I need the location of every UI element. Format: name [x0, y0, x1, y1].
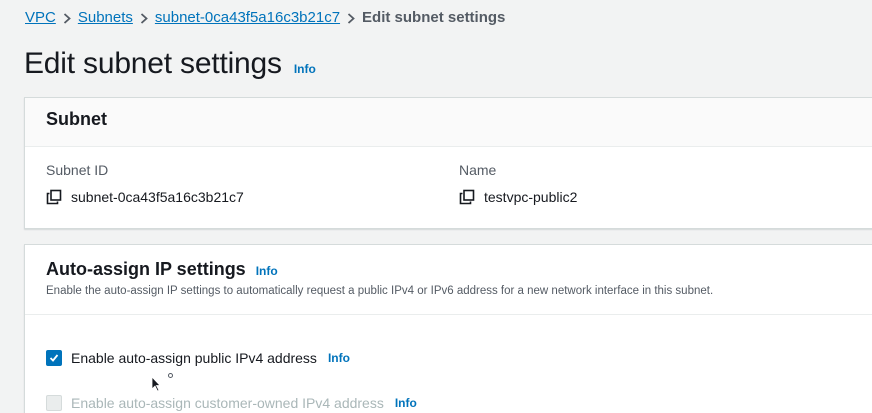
public-ipv4-info-link[interactable]: Info: [328, 351, 350, 365]
breadcrumb-current: Edit subnet settings: [362, 9, 506, 26]
customer-owned-ipv4-option: Enable auto-assign customer-owned IPv4 a…: [46, 395, 417, 411]
breadcrumb-subnets-link[interactable]: Subnets: [78, 8, 133, 28]
name-text: testvpc-public2: [484, 189, 578, 205]
copy-icon[interactable]: [46, 189, 62, 205]
breadcrumb-vpc-link[interactable]: VPC: [25, 8, 56, 28]
public-ipv4-label: Enable auto-assign public IPv4 address: [71, 350, 317, 366]
chevron-right-icon: [133, 8, 155, 28]
divider: [25, 314, 872, 315]
name-value: testvpc-public2: [459, 189, 577, 205]
auto-assign-header: Auto-assign IP settings Info: [46, 259, 278, 280]
public-ipv4-option[interactable]: Enable auto-assign public IPv4 address I…: [46, 350, 350, 366]
mouse-pointer-icon: [151, 375, 161, 397]
customer-owned-ipv4-info-link[interactable]: Info: [395, 396, 417, 410]
copy-icon[interactable]: [459, 189, 475, 205]
checkmark-icon: [49, 354, 59, 362]
breadcrumb-subnet-id-link[interactable]: subnet-0ca43f5a16c3b21c7: [155, 8, 340, 28]
subnet-panel-header: Subnet: [25, 98, 872, 147]
page-header: Edit subnet settings Info: [24, 44, 316, 84]
name-label: Name: [459, 162, 497, 178]
page-title: Edit subnet settings: [24, 47, 282, 80]
auto-assign-info-link[interactable]: Info: [256, 264, 278, 278]
chevron-right-icon: [340, 8, 362, 28]
cursor-dot: [168, 373, 173, 378]
page-info-link[interactable]: Info: [294, 62, 316, 76]
subnet-panel-heading: Subnet: [46, 109, 107, 129]
subnet-id-text: subnet-0ca43f5a16c3b21c7: [71, 189, 244, 205]
customer-owned-ipv4-checkbox: [46, 395, 62, 411]
subnet-panel: Subnet Subnet ID subnet-0ca43f5a16c3b21c…: [24, 97, 872, 229]
customer-owned-ipv4-label: Enable auto-assign customer-owned IPv4 a…: [71, 395, 384, 411]
subnet-id-label: Subnet ID: [46, 162, 109, 178]
breadcrumb: VPC Subnets subnet-0ca43f5a16c3b21c7 Edi…: [25, 8, 505, 28]
chevron-right-icon: [56, 8, 78, 28]
public-ipv4-checkbox[interactable]: [46, 350, 62, 366]
auto-assign-description: Enable the auto-assign IP settings to au…: [46, 285, 714, 297]
subnet-id-value: subnet-0ca43f5a16c3b21c7: [46, 189, 244, 205]
auto-assign-heading: Auto-assign IP settings: [46, 259, 246, 279]
page: VPC Subnets subnet-0ca43f5a16c3b21c7 Edi…: [0, 0, 872, 413]
